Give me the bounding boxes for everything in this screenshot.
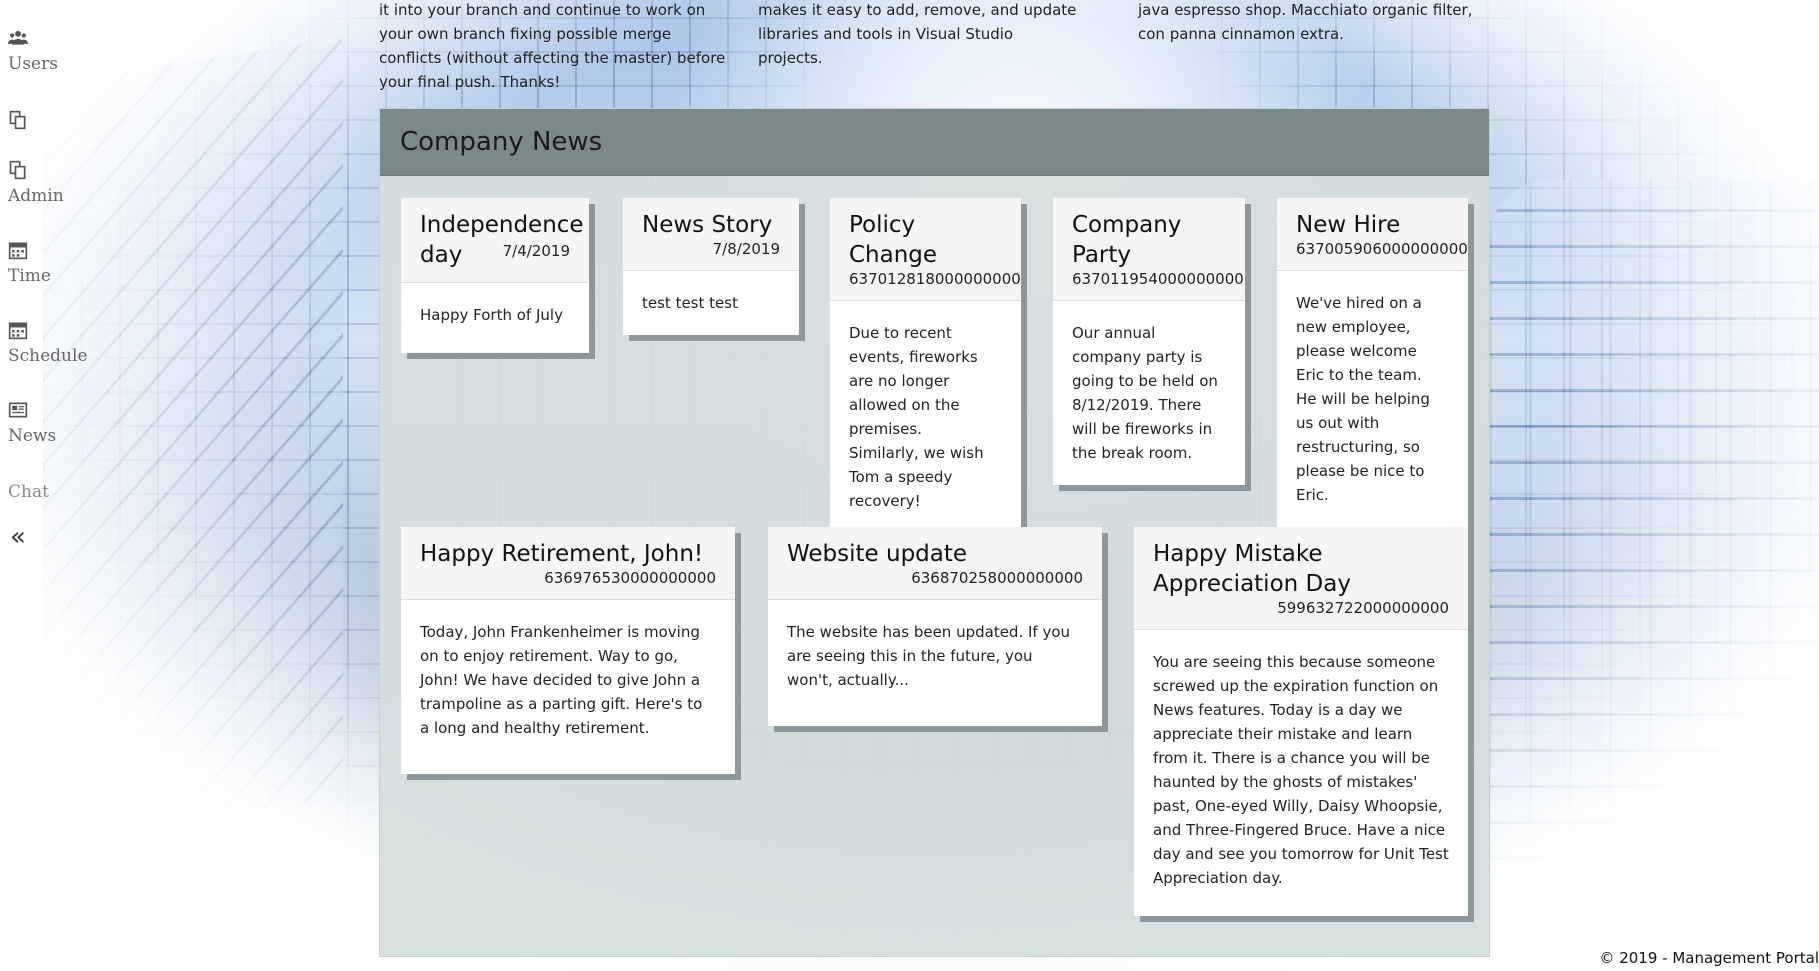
card-date: 636870258000000000: [911, 569, 1083, 587]
card-header: Website update 636870258000000000: [768, 527, 1102, 600]
top-column-3: java espresso shop. Macchiato organic fi…: [1138, 1, 1473, 43]
calendar-icon: [8, 242, 28, 260]
top-column-2: makes it easy to add, remove, and update…: [758, 1, 1077, 67]
card-header: Independence day 7/4/2019: [401, 198, 589, 283]
news-card: Happy Retirement, John! 6369765300000000…: [401, 527, 735, 774]
sidebar-item-label: Admin: [8, 186, 64, 206]
card-header: New Hire 637005906000000000: [1277, 198, 1468, 271]
users-icon: [8, 30, 28, 45]
collapse-sidebar-icon[interactable]: «: [10, 522, 26, 552]
card-header: Company Party 637011954000000000: [1053, 198, 1245, 301]
card-title: Company Party: [1072, 212, 1182, 268]
card-body: Happy Forth of July: [420, 306, 563, 324]
card-body: Today, John Frankenheimer is moving on t…: [420, 623, 703, 737]
card-title: Happy Mistake Appreciation Day: [1153, 541, 1351, 597]
calendar-icon: [8, 322, 28, 340]
sidebar-item-label: Time: [8, 266, 51, 286]
card-title: Happy Retirement, John!: [420, 541, 704, 567]
sidebar-item-news[interactable]: News: [8, 400, 56, 446]
card-date: 637012818000000000: [849, 270, 1021, 288]
card-title: News Story: [642, 212, 773, 238]
card-body: We've hired on a new employee, please we…: [1296, 294, 1430, 504]
sidebar: Users Admin Time Schedule News Chat «: [0, 0, 88, 971]
card-title: Independence day: [420, 212, 584, 268]
card-body: The website has been updated. If you are…: [787, 623, 1071, 689]
card-header: Happy Mistake Appreciation Day 599632722…: [1134, 527, 1468, 630]
panel-header: Company News: [380, 109, 1489, 176]
news-card: Website update 636870258000000000 The we…: [768, 527, 1102, 726]
sidebar-item-label: Users: [8, 54, 58, 74]
card-date: 7/8/2019: [712, 240, 780, 258]
sidebar-item-schedule[interactable]: Schedule: [8, 320, 88, 366]
top-column-1: it into your branch and continue to work…: [379, 1, 726, 91]
company-news-panel: Company News Independence day 7/4/2019 H…: [379, 108, 1490, 957]
sidebar-item-admin[interactable]: Admin: [8, 160, 64, 206]
news-card: News Story 7/8/2019 test test test: [623, 198, 799, 335]
copy-icon: [9, 160, 26, 180]
card-date: 637005906000000000: [1296, 240, 1468, 258]
card-title: Website update: [787, 541, 968, 567]
card-body: You are seeing this because someone scre…: [1153, 653, 1449, 887]
sidebar-item-copy[interactable]: [8, 110, 28, 130]
news-card: Happy Mistake Appreciation Day 599632722…: [1134, 527, 1468, 916]
card-date: 637011954000000000: [1072, 270, 1244, 288]
panel-title: Company News: [400, 127, 603, 157]
card-date: 636976530000000000: [544, 569, 716, 587]
sidebar-item-label: News: [8, 426, 57, 446]
news-card: Company Party 637011954000000000 Our ann…: [1053, 198, 1245, 485]
sidebar-item-chat[interactable]: Chat: [8, 476, 49, 502]
card-header: Happy Retirement, John! 6369765300000000…: [401, 527, 735, 600]
card-body: Due to recent events, fireworks are no l…: [849, 324, 984, 510]
news-card: Policy Change 637012818000000000 Due to …: [830, 198, 1021, 533]
news-card: Independence day 7/4/2019 Happy Forth of…: [401, 198, 589, 353]
copy-icon: [9, 110, 26, 130]
card-title: Policy Change: [849, 212, 938, 268]
sidebar-item-label: Schedule: [8, 346, 88, 366]
sidebar-item-label: Chat: [8, 482, 49, 502]
card-body: test test test: [642, 294, 738, 312]
card-date: 599632722000000000: [1277, 599, 1449, 617]
newspaper-icon: [8, 402, 28, 418]
footer-copyright: © 2019 - Management Portal: [1599, 949, 1819, 967]
card-body: Our annual company party is going to be …: [1072, 324, 1218, 462]
sidebar-item-time[interactable]: Time: [8, 240, 51, 286]
news-card: New Hire 637005906000000000 We've hired …: [1277, 198, 1468, 527]
sidebar-item-users[interactable]: Users: [8, 28, 58, 74]
card-title: New Hire: [1296, 212, 1401, 238]
card-header: News Story 7/8/2019: [623, 198, 799, 271]
card-header: Policy Change 637012818000000000: [830, 198, 1021, 301]
card-date: 7/4/2019: [502, 242, 570, 260]
